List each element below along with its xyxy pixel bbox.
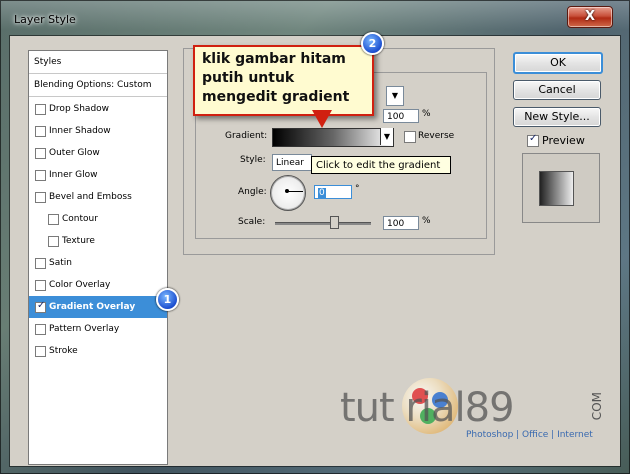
chevron-down-icon[interactable]: ▼ [380, 128, 393, 145]
sidebar-item-label: Inner Glow [49, 170, 98, 180]
check-icon: ✓ [529, 133, 538, 144]
close-button[interactable]: X [567, 6, 613, 28]
sidebar-item-label: Inner Shadow [49, 126, 111, 136]
sidebar-item-label: Gradient Overlay [49, 302, 136, 312]
sidebar-item-bevel-and-emboss[interactable]: Bevel and Emboss [29, 186, 167, 208]
angle-dial-needle [287, 191, 303, 192]
ok-button[interactable]: OK [513, 52, 603, 74]
title-bar[interactable]: Layer Style X [0, 0, 630, 36]
new-style-button[interactable]: New Style... [513, 107, 601, 127]
sidebar-item-label: Stroke [49, 346, 78, 356]
blend-mode-dropdown[interactable]: ▼ [386, 86, 404, 106]
watermark-com: COM [590, 392, 604, 421]
angle-value: 0 [318, 188, 326, 198]
styles-list: Styles Blending Options: Custom Drop Sha… [28, 50, 168, 465]
checkbox[interactable]: ✓ [35, 300, 46, 313]
check-icon: ✓ [37, 300, 46, 311]
sidebar-item-label: Pattern Overlay [49, 324, 120, 334]
angle-unit: ° [355, 184, 360, 194]
step-badge-2: 2 [361, 32, 384, 55]
checkbox[interactable] [35, 148, 46, 159]
opacity-field[interactable]: 100 [383, 109, 419, 123]
angle-label: Angle: [238, 187, 267, 197]
sidebar-item-pattern-overlay[interactable]: Pattern Overlay [29, 318, 167, 340]
checkbox[interactable] [35, 192, 46, 203]
preview-gradient-sample [539, 171, 574, 206]
close-icon: X [584, 9, 596, 24]
window-title: Layer Style [14, 13, 76, 26]
sidebar-item-stroke[interactable]: Stroke [29, 340, 167, 362]
sidebar-item-label: Outer Glow [49, 148, 100, 158]
angle-dial[interactable] [270, 175, 306, 211]
sidebar-item-inner-glow[interactable]: Inner Glow [29, 164, 167, 186]
sidebar-item-satin[interactable]: Satin [29, 252, 167, 274]
sidebar-item-gradient-overlay[interactable]: ✓ Gradient Overlay [29, 296, 167, 318]
scale-field[interactable]: 100 [383, 216, 419, 230]
blending-options-item[interactable]: Blending Options: Custom [29, 74, 167, 97]
checkbox[interactable] [35, 170, 46, 181]
cancel-button[interactable]: Cancel [513, 80, 601, 100]
preview-checkbox[interactable]: ✓ [527, 133, 539, 147]
tooltip: Click to edit the gradient [311, 156, 451, 174]
reverse-checkbox[interactable] [404, 131, 416, 143]
sidebar-item-label: Bevel and Emboss [49, 192, 132, 202]
scale-slider-thumb[interactable] [329, 216, 339, 229]
scale-unit: % [422, 216, 431, 226]
sidebar-item-texture[interactable]: Texture [29, 230, 167, 252]
sidebar-item-inner-shadow[interactable]: Inner Shadow [29, 120, 167, 142]
opacity-unit: % [422, 109, 431, 119]
sidebar-item-label: Color Overlay [49, 280, 111, 290]
step-badge-1: 1 [156, 288, 179, 311]
checkbox[interactable] [35, 324, 46, 335]
sidebar-item-color-overlay[interactable]: Color Overlay [29, 274, 167, 296]
gradient-label: Gradient: [225, 131, 268, 141]
sidebar-item-label: Satin [49, 258, 72, 268]
checkbox[interactable] [35, 126, 46, 137]
sidebar-item-outer-glow[interactable]: Outer Glow [29, 142, 167, 164]
sidebar-item-drop-shadow[interactable]: Drop Shadow [29, 98, 167, 120]
scale-label: Scale: [238, 217, 266, 227]
style-label: Style: [240, 155, 266, 165]
checkbox[interactable] [35, 258, 46, 269]
checkbox[interactable] [35, 346, 46, 357]
preview-label: Preview [542, 134, 585, 147]
checkbox[interactable] [48, 236, 59, 247]
sidebar-item-label: Contour [62, 214, 98, 224]
angle-dial-center [285, 189, 289, 193]
gradient-picker[interactable] [272, 128, 394, 147]
watermark-text: tut rial89 [340, 385, 515, 431]
watermark-subtitle: Photoshop | Office | Internet [466, 430, 593, 440]
callout-pointer [312, 110, 332, 128]
callout-text: klik gambar hitam putih untuk mengedit g… [202, 51, 350, 105]
checkbox[interactable] [35, 280, 46, 291]
styles-header[interactable]: Styles [29, 51, 167, 74]
style-select[interactable]: Linear [272, 154, 312, 171]
sidebar-item-label: Texture [62, 236, 95, 246]
angle-field[interactable]: 0 [314, 185, 352, 199]
checkbox[interactable] [48, 214, 59, 225]
sidebar-item-contour[interactable]: Contour [29, 208, 167, 230]
sidebar-item-label: Drop Shadow [49, 104, 110, 114]
checkbox[interactable] [35, 104, 46, 115]
reverse-label: Reverse [418, 131, 455, 141]
scale-slider-track[interactable] [275, 222, 371, 225]
